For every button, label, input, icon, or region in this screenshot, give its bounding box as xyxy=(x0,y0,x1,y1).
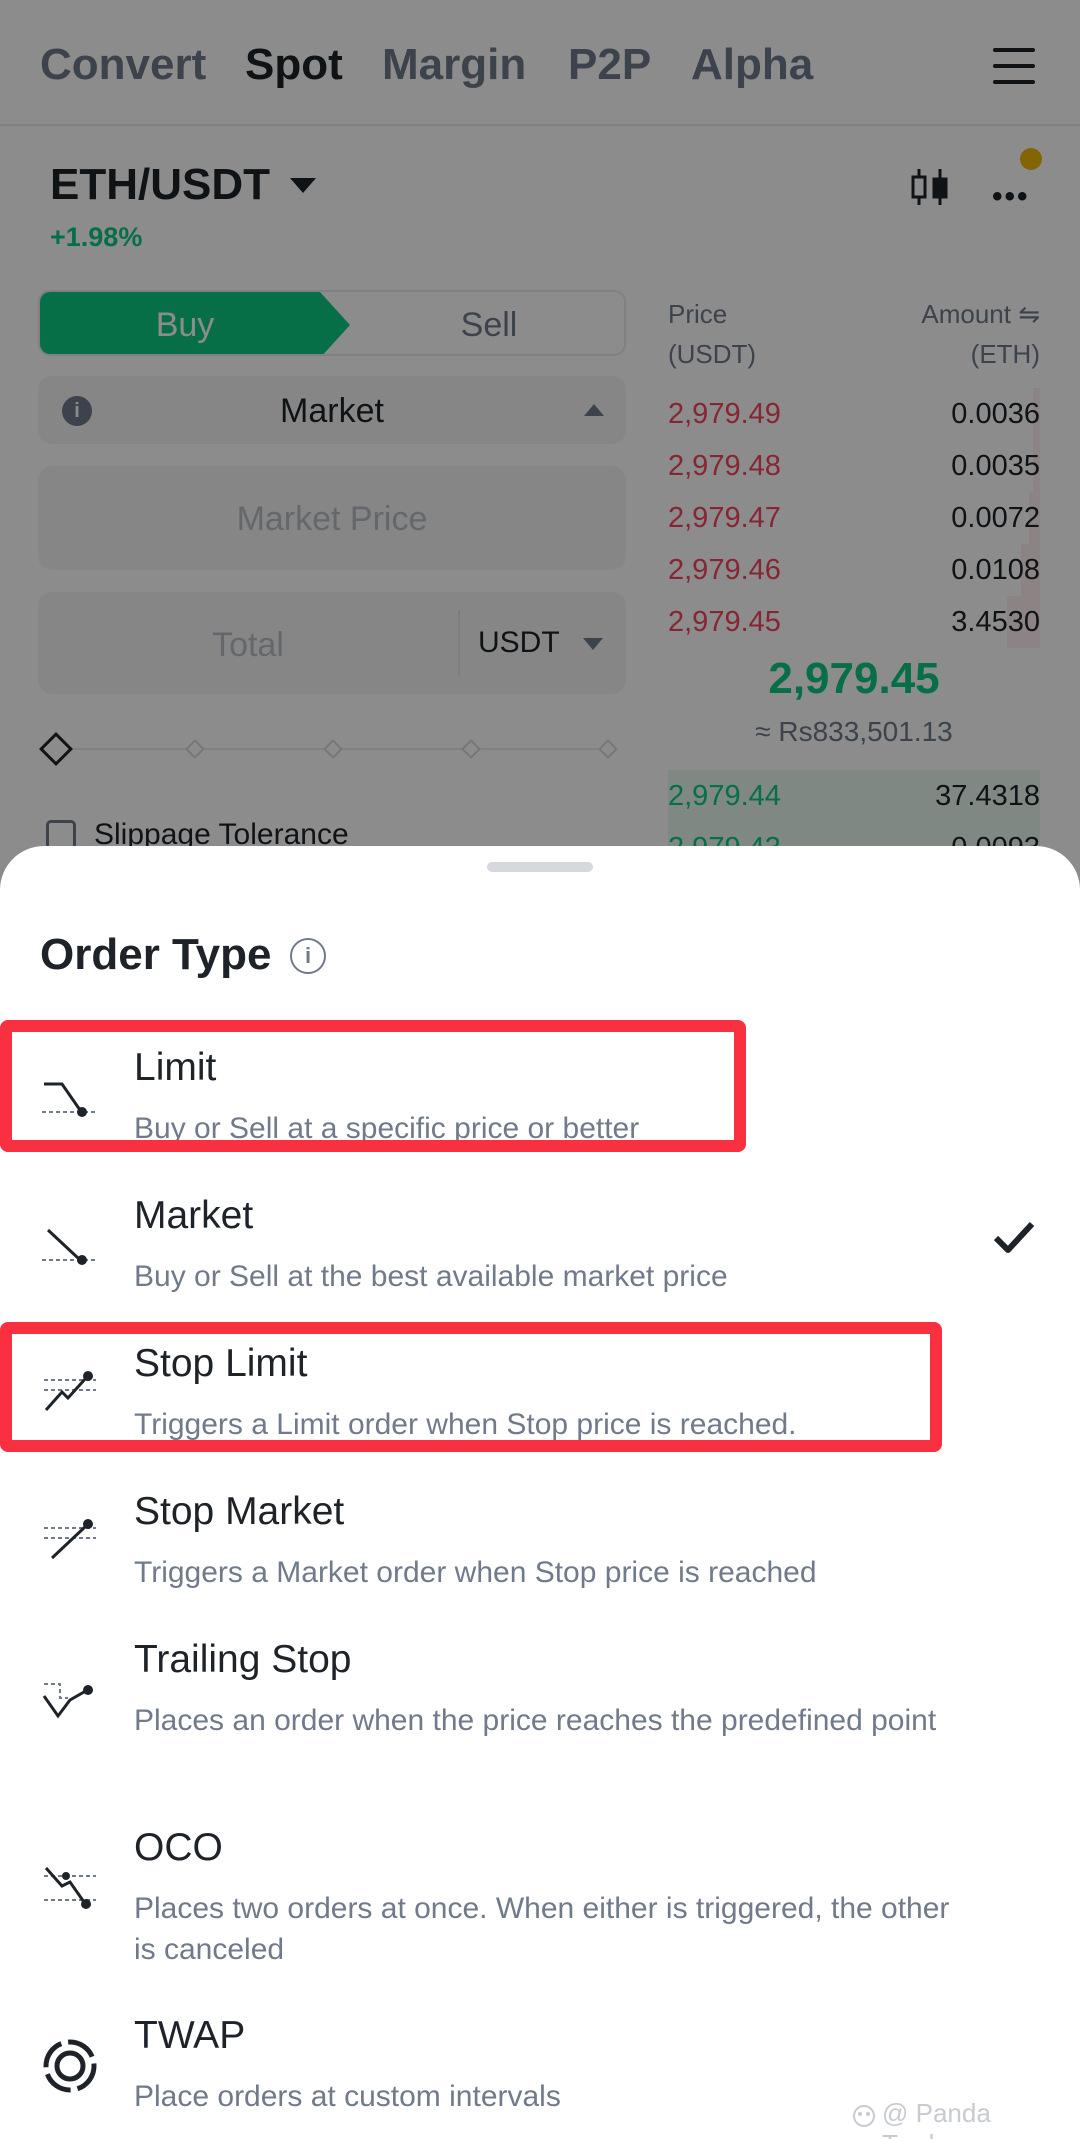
option-name: Trailing Stop xyxy=(134,1638,352,1681)
checkmark-icon xyxy=(993,1221,1035,1253)
highlight-box-stop-limit xyxy=(0,1322,942,1452)
sheet-drag-handle[interactable] xyxy=(487,862,593,872)
option-name: Stop Market xyxy=(134,1490,345,1533)
panda-logo-icon xyxy=(853,2105,875,2127)
option-description: Triggers a Market order when Stop price … xyxy=(134,1556,817,1589)
option-description: Place orders at custom intervals xyxy=(134,2080,561,2113)
watermark: @ Panda Traders xyxy=(882,2098,991,2139)
info-icon[interactable]: i xyxy=(290,938,326,974)
option-name: TWAP xyxy=(134,2014,246,2057)
twap-icon xyxy=(43,2039,97,2093)
option-description: Places two orders at once. When either i… xyxy=(134,1892,950,1966)
highlight-box-limit xyxy=(0,1020,746,1152)
market-order-icon xyxy=(42,1228,96,1265)
stop-market-icon xyxy=(44,1519,96,1560)
option-description: Buy or Sell at the best available market… xyxy=(134,1260,728,1293)
option-description: Places an order when the price reaches t… xyxy=(134,1704,937,1737)
sheet-title: Order Type xyxy=(40,930,272,979)
trailing-stop-icon xyxy=(42,1683,93,1719)
option-name: Market xyxy=(134,1194,254,1237)
oco-icon xyxy=(44,1867,96,1909)
option-name: OCO xyxy=(134,1826,223,1869)
